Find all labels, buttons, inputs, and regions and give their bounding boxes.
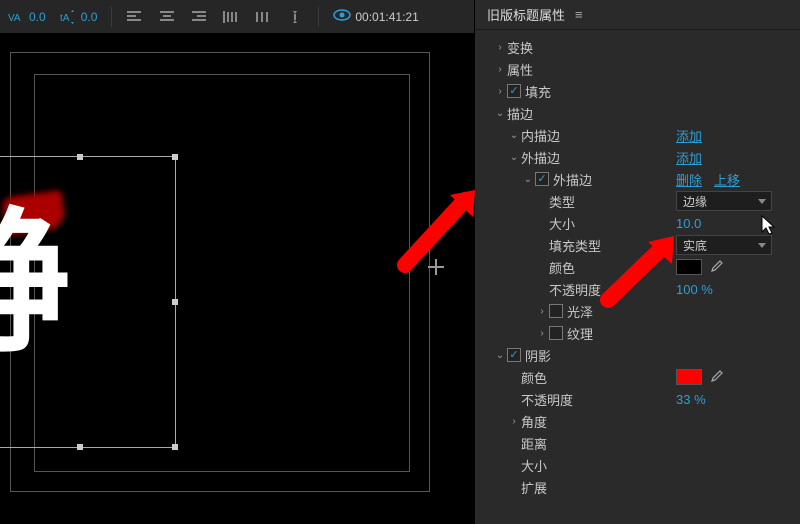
chevron-down-icon: ⌄ <box>507 130 521 141</box>
chevron-right-icon: › <box>493 64 507 75</box>
texture-row[interactable]: › 纹理 <box>479 322 796 344</box>
panel-header: 旧版标题属性 ≡ <box>475 0 800 30</box>
title-text[interactable]: 静 <box>0 206 64 361</box>
svg-text:VA: VA <box>8 13 21 24</box>
kerning-control[interactable]: VA 0.0 <box>8 8 46 26</box>
distribute-h-button[interactable] <box>254 8 272 26</box>
chevron-down-icon: ⌄ <box>507 152 521 163</box>
distribute-h-icon <box>254 8 272 26</box>
shadow-distance-row: 距离 <box>479 432 796 454</box>
move-up-link[interactable]: 上移 <box>714 170 740 189</box>
shadow-color-row: 颜色 <box>479 366 796 388</box>
stroke-opacity-row: 不透明度 100 % <box>479 278 796 300</box>
stroke-type-dropdown[interactable]: 边缘 <box>676 191 772 211</box>
chevron-right-icon: › <box>493 86 507 97</box>
fill-checkbox[interactable] <box>507 84 521 98</box>
stroke-size-row: 大小 10.0 <box>479 212 796 234</box>
section-outer-stroke[interactable]: ⌄ 外描边 添加 <box>479 146 796 168</box>
tab-button[interactable] <box>222 8 240 26</box>
shadow-angle-row[interactable]: › 角度 <box>479 410 796 432</box>
shadow-opacity-value[interactable]: 33 % <box>676 392 706 407</box>
shadow-color-swatch[interactable] <box>676 369 702 385</box>
panel-menu-icon[interactable]: ≡ <box>575 7 583 22</box>
baseline-icon: tA <box>60 8 78 26</box>
shadow-opacity-row: 不透明度 33 % <box>479 388 796 410</box>
chevron-down-icon: ⌄ <box>493 350 507 361</box>
chevron-down-icon: ⌄ <box>521 174 535 185</box>
stroke-color-row: 颜色 <box>479 256 796 278</box>
chevron-right-icon: › <box>507 416 521 427</box>
gloss-row[interactable]: › 光泽 <box>479 300 796 322</box>
text-toolbar: VA 0.0 tA 0.0 <box>0 0 474 34</box>
gloss-checkbox[interactable] <box>549 304 563 318</box>
distribute-v-icon <box>286 8 304 26</box>
fill-type-dropdown[interactable]: 实底 <box>676 235 772 255</box>
eyedropper-icon[interactable] <box>708 259 724 275</box>
title-canvas[interactable]: 静 <box>0 34 474 524</box>
stroke-opacity-value[interactable]: 100 % <box>676 282 713 297</box>
svg-text:tA: tA <box>60 13 70 24</box>
section-transform[interactable]: › 变换 <box>479 36 796 58</box>
kerning-value[interactable]: 0.0 <box>29 10 46 24</box>
chevron-right-icon: › <box>535 306 549 317</box>
stroke-size-value[interactable]: 10.0 <box>676 216 701 231</box>
outer-stroke-checkbox[interactable] <box>535 172 549 186</box>
section-inner-stroke[interactable]: ⌄ 内描边 添加 <box>479 124 796 146</box>
separator <box>318 7 319 27</box>
section-shadow[interactable]: ⌄ 阴影 <box>479 344 796 366</box>
add-inner-stroke-link[interactable]: 添加 <box>676 126 702 145</box>
separator <box>111 7 112 27</box>
align-left-button[interactable] <box>126 8 144 26</box>
section-fill[interactable]: › 填充 <box>479 80 796 102</box>
anchor-point-icon[interactable] <box>428 259 444 275</box>
visibility-icon <box>333 8 351 25</box>
align-left-icon <box>126 8 144 26</box>
chevron-down-icon: ⌄ <box>493 108 507 119</box>
align-right-icon <box>190 8 208 26</box>
eyedropper-icon[interactable] <box>708 369 724 385</box>
stroke-fill-type-row: 填充类型 实底 <box>479 234 796 256</box>
tab-icon <box>222 8 240 26</box>
distribute-v-button[interactable] <box>286 8 304 26</box>
section-attributes[interactable]: › 属性 <box>479 58 796 80</box>
baseline-control[interactable]: tA 0.0 <box>60 8 98 26</box>
section-stroke[interactable]: ⌄ 描边 <box>479 102 796 124</box>
stroke-color-swatch[interactable] <box>676 259 702 275</box>
baseline-value[interactable]: 0.0 <box>81 10 98 24</box>
timecode-display[interactable]: 00:01:41:21 <box>333 8 418 25</box>
shadow-size-row: 大小 <box>479 454 796 476</box>
align-right-button[interactable] <box>190 8 208 26</box>
outer-stroke-item[interactable]: ⌄ 外描边 删除 上移 <box>479 168 796 190</box>
chevron-right-icon: › <box>535 328 549 339</box>
properties-tree: › 变换 › 属性 › 填充 ⌄ 描边 ⌄ 内描边 添加 <box>475 30 800 504</box>
shadow-checkbox[interactable] <box>507 348 521 362</box>
text-selection-box[interactable]: 静 <box>0 162 170 442</box>
chevron-right-icon: › <box>493 42 507 53</box>
texture-checkbox[interactable] <box>549 326 563 340</box>
stroke-type-row: 类型 边缘 <box>479 190 796 212</box>
delete-stroke-link[interactable]: 删除 <box>676 170 702 189</box>
kerning-icon: VA <box>8 8 26 26</box>
canvas-pane: VA 0.0 tA 0.0 <box>0 0 475 524</box>
align-center-icon <box>158 8 176 26</box>
add-outer-stroke-link[interactable]: 添加 <box>676 148 702 167</box>
align-center-button[interactable] <box>158 8 176 26</box>
panel-title: 旧版标题属性 <box>487 5 565 24</box>
timecode-value[interactable]: 00:01:41:21 <box>355 10 418 24</box>
properties-panel: 旧版标题属性 ≡ › 变换 › 属性 › 填充 ⌄ 描边 ⌄ <box>475 0 800 524</box>
shadow-spread-row: 扩展 <box>479 476 796 498</box>
